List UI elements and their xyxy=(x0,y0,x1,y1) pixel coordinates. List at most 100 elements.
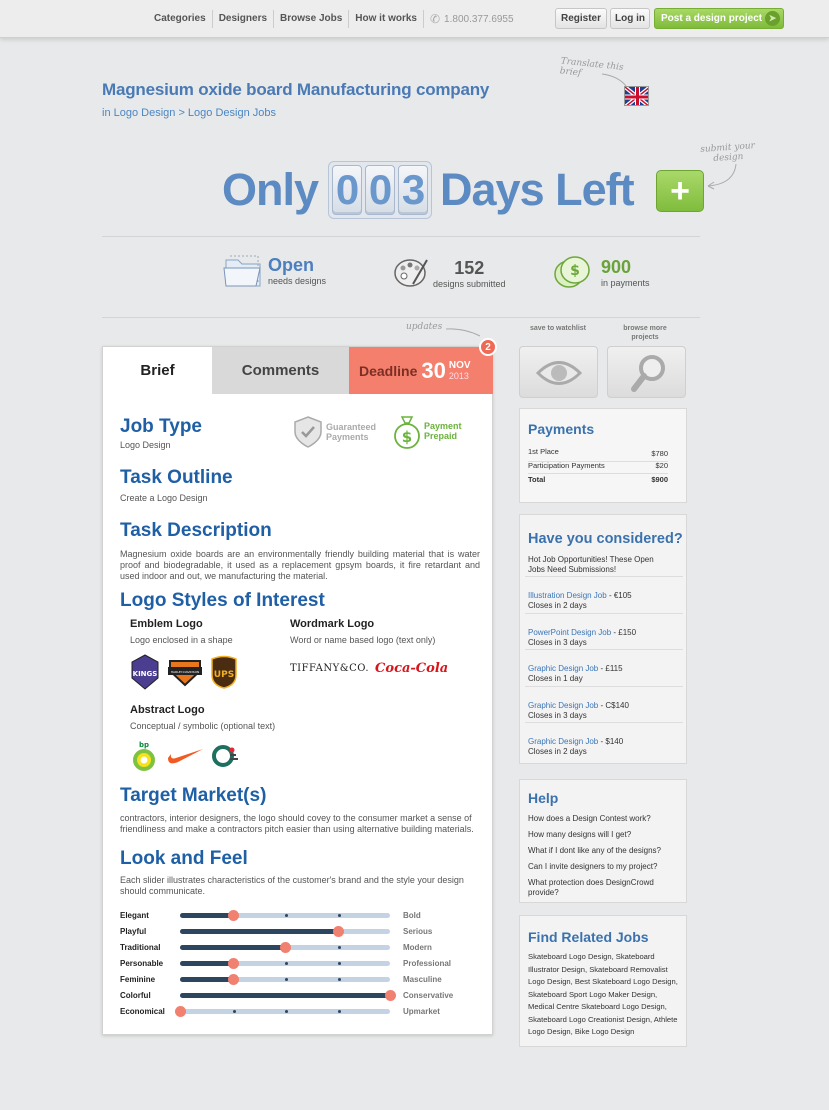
magnifier-icon xyxy=(631,355,665,392)
slider-right-label: Modern xyxy=(403,942,432,952)
slider-tick xyxy=(232,993,236,997)
svg-text:$: $ xyxy=(570,263,580,279)
abstract-logos: bp xyxy=(130,740,242,772)
task-description-heading: Task Description xyxy=(120,520,272,541)
browse-label: browse more projects xyxy=(623,325,667,341)
updates-badge[interactable]: 2 xyxy=(479,338,497,356)
help-link[interactable]: What if I dont like any of the designs? xyxy=(528,846,661,856)
payment-prepaid: $ Payment Prepaid xyxy=(393,413,472,449)
nav-categories[interactable]: Categories xyxy=(148,10,213,28)
stat-designs: 152 designs submitted xyxy=(393,256,506,290)
help-link[interactable]: How many designs will I get? xyxy=(528,830,631,840)
slider-tick xyxy=(285,1009,288,1013)
payments-total: 900 xyxy=(601,256,632,277)
slider-track[interactable] xyxy=(180,957,390,969)
payment-label: Participation Payments xyxy=(528,461,605,470)
days-left-counter: Only 0 0 3 Days Left xyxy=(222,161,635,219)
status-sub: needs designs xyxy=(268,275,327,286)
stat-open: Open needs designs xyxy=(222,250,326,290)
palette-icon xyxy=(394,259,428,287)
payments-sub: in payments xyxy=(601,277,650,288)
tab-comments[interactable]: Comments xyxy=(212,347,349,394)
slider-row: Elegant Bold xyxy=(120,909,450,921)
save-watchlist-button[interactable] xyxy=(519,346,598,398)
slider-knob[interactable] xyxy=(175,1005,186,1017)
job-separator xyxy=(525,685,683,687)
nav-browse-jobs[interactable]: Browse Jobs xyxy=(274,10,350,28)
slider-tick xyxy=(232,1009,236,1013)
slider-right-label: Masculine xyxy=(403,974,442,984)
emblem-logo-text: Logo enclosed in a shape xyxy=(130,635,233,645)
job-type-value: Logo Design xyxy=(120,440,171,450)
help-link[interactable]: What protection does DesignCrowd provide… xyxy=(528,878,686,898)
help-link[interactable]: How does a Design Contest work? xyxy=(528,814,651,824)
job-type-heading: Job Type xyxy=(120,416,202,437)
breadcrumb[interactable]: in Logo Design > Logo Design Jobs xyxy=(102,107,276,119)
help-heading: Help xyxy=(528,790,559,806)
designs-sub: designs submitted xyxy=(433,278,506,289)
arrow-right-icon: ➤ xyxy=(765,11,780,26)
ups-logo-text: UPS xyxy=(214,670,234,680)
slider-tick xyxy=(337,961,341,965)
coins-icon: $ xyxy=(554,256,590,288)
deadline-month: NOV xyxy=(448,359,471,371)
wordmark-logo-text: Word or name based logo (text only) xyxy=(290,635,436,645)
slider-knob[interactable] xyxy=(332,925,344,937)
payments-row: Participation Payments $20 xyxy=(528,461,668,474)
slider-track[interactable] xyxy=(180,973,390,985)
slider-knob[interactable] xyxy=(385,989,396,1001)
slider-knob[interactable] xyxy=(227,909,239,921)
job-link[interactable]: Graphic Design Job xyxy=(528,664,598,673)
job-link[interactable]: Graphic Design Job xyxy=(528,701,598,710)
slider-right-label: Professional xyxy=(403,958,452,968)
days-digit: 0 xyxy=(332,165,363,215)
divider xyxy=(102,236,700,237)
slider-row: Playful Serious xyxy=(120,925,450,937)
related-links[interactable]: Skateboard Logo Design, Skateboard Illus… xyxy=(528,951,680,1039)
folder-icon xyxy=(223,255,261,287)
deadline-day: 30 xyxy=(421,357,446,383)
slider-tick xyxy=(285,929,288,933)
nav-designers[interactable]: Designers xyxy=(213,10,275,28)
slider-knob[interactable] xyxy=(227,957,239,969)
nav-how-it-works[interactable]: How it works xyxy=(349,10,424,28)
help-link[interactable]: Can I invite designers to my project? xyxy=(528,862,657,872)
slider-fill xyxy=(180,928,338,934)
coca-cola-logo: Coca-Cola xyxy=(375,661,449,676)
logo-styles-heading: Logo Styles of Interest xyxy=(120,590,325,611)
slider-track[interactable] xyxy=(180,941,390,953)
kings-logo-text: KINGS xyxy=(133,670,158,678)
post-project-button[interactable]: Post a design project ➤ xyxy=(654,8,784,29)
job-closes: Closes in 3 days xyxy=(528,637,587,647)
job-link[interactable]: Graphic Design Job xyxy=(528,737,598,746)
payments-heading: Payments xyxy=(528,421,595,437)
slider-right-label: Upmarket xyxy=(403,1006,440,1016)
slider-track[interactable] xyxy=(175,1005,390,1017)
slider-track[interactable] xyxy=(180,909,390,921)
job-separator xyxy=(525,649,683,650)
submit-design-button[interactable]: + xyxy=(656,170,704,212)
tab-brief[interactable]: Brief xyxy=(103,347,212,394)
payments-row: 1st Place $780 xyxy=(528,447,668,462)
tab-comments-label: Comments xyxy=(241,362,320,379)
login-button[interactable]: Log in xyxy=(610,8,650,29)
slider-left-label: Feminine xyxy=(120,974,156,984)
tiffany-logo: TIFFANY&CO. xyxy=(290,663,370,674)
main-nav: Categories Designers Browse Jobs How it … xyxy=(148,9,520,29)
job-price: - €105 xyxy=(606,591,632,600)
slider-knob[interactable] xyxy=(227,973,239,985)
slider-left-label: Elegant xyxy=(120,910,149,920)
slider-track[interactable] xyxy=(180,925,390,937)
register-button[interactable]: Register xyxy=(555,8,607,29)
days-digits: 0 0 3 xyxy=(328,161,433,219)
job-item: Graphic Design Job - C$140 Closes in 3 da… xyxy=(528,701,629,721)
days-digit: 0 xyxy=(365,165,396,215)
job-link[interactable]: Illustration Design Job xyxy=(528,591,607,600)
job-link[interactable]: PowerPoint Design Job xyxy=(528,628,611,637)
uk-flag-icon[interactable] xyxy=(624,86,649,106)
slider-knob[interactable] xyxy=(280,941,291,953)
browse-projects-button[interactable] xyxy=(607,346,686,398)
tab-deadline[interactable]: Deadline 30 NOV 2013 xyxy=(349,347,493,394)
slider-tick xyxy=(285,977,288,981)
slider-track[interactable] xyxy=(180,989,396,1001)
